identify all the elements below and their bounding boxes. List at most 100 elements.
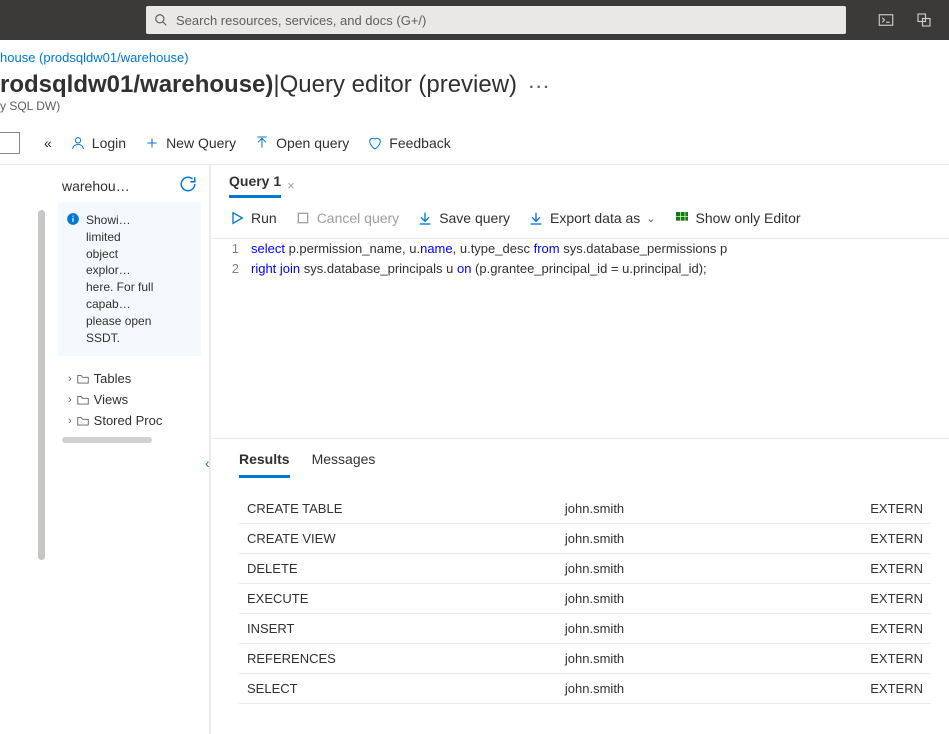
cell-type: EXTERN xyxy=(862,494,931,524)
info-text: Showi… limited object explor… here. For … xyxy=(86,212,156,346)
breadcrumb[interactable]: house (prodsqldw01/warehouse) xyxy=(0,40,949,65)
cell-perm: SELECT xyxy=(239,674,557,704)
cancel-label: Cancel query xyxy=(317,210,400,226)
line-number: 1 xyxy=(211,239,251,259)
line-number: 2 xyxy=(211,259,251,279)
cell-user: john.smith xyxy=(557,494,862,524)
cell-perm: REFERENCES xyxy=(239,644,557,674)
chevron-right-icon: › xyxy=(68,373,72,385)
table-row[interactable]: INSERTjohn.smithEXTERN xyxy=(239,614,931,644)
sql-code-editor[interactable]: 1 select p.permission_name, u.name, u.ty… xyxy=(211,238,949,438)
collapse-menu-icon[interactable]: « xyxy=(44,135,52,151)
results-pane: Results Messages CREATE TABLEjohn.smithE… xyxy=(211,438,949,704)
heart-icon xyxy=(367,135,383,151)
info-banner: Showi… limited object explor… here. For … xyxy=(58,202,201,356)
cell-type: EXTERN xyxy=(862,614,931,644)
close-tab-icon[interactable]: × xyxy=(287,178,295,193)
cell-type: EXTERN xyxy=(862,644,931,674)
new-query-button[interactable]: New Query xyxy=(144,135,236,151)
cancel-query-button[interactable]: Cancel query xyxy=(295,210,400,226)
cell-user: john.smith xyxy=(557,554,862,584)
show-editor-label: Show only Editor xyxy=(696,210,801,226)
tree-sp-label: Stored Proc xyxy=(94,413,163,428)
cell-type: EXTERN xyxy=(862,584,931,614)
chevron-down-icon: ⌄ xyxy=(646,212,655,225)
feedback-button[interactable]: Feedback xyxy=(367,135,450,151)
chevron-right-icon: › xyxy=(68,394,72,406)
play-icon xyxy=(229,210,245,226)
new-query-label: New Query xyxy=(166,135,236,151)
cell-type: EXTERN xyxy=(862,554,931,584)
table-row[interactable]: REFERENCESjohn.smithEXTERN xyxy=(239,644,931,674)
info-icon xyxy=(66,212,80,346)
search-icon xyxy=(154,13,168,27)
download-icon xyxy=(528,210,544,226)
refresh-button[interactable] xyxy=(179,175,197,196)
folder-icon xyxy=(76,372,90,386)
title-page: Query editor (preview) xyxy=(280,71,517,99)
query-action-bar: Run Cancel query Save query Export data … xyxy=(211,198,949,238)
open-query-label: Open query xyxy=(276,135,349,151)
table-row[interactable]: EXECUTEjohn.smithEXTERN xyxy=(239,584,931,614)
cell-perm: INSERT xyxy=(239,614,557,644)
cell-user: john.smith xyxy=(557,644,862,674)
page-scrollbar[interactable] xyxy=(38,210,45,560)
download-icon xyxy=(417,210,433,226)
notifications-icon[interactable] xyxy=(915,11,933,29)
login-button[interactable]: Login xyxy=(70,135,126,151)
export-data-button[interactable]: Export data as ⌄ xyxy=(528,210,656,226)
command-bar: « Login New Query Open query Feedback xyxy=(0,121,949,165)
stop-icon xyxy=(295,210,311,226)
messages-tab[interactable]: Messages xyxy=(312,451,376,478)
title-resource: rodsqldw01/warehouse) xyxy=(0,71,273,99)
collapse-sidebar-handle[interactable]: ‹ xyxy=(205,455,210,471)
results-tab[interactable]: Results xyxy=(239,451,290,478)
chevron-right-icon: › xyxy=(68,415,72,427)
cell-perm: CREATE TABLE xyxy=(239,494,557,524)
run-button[interactable]: Run xyxy=(229,210,277,226)
cell-user: john.smith xyxy=(557,674,862,704)
database-name: warehou… xyxy=(62,178,130,194)
cell-user: john.smith xyxy=(557,584,862,614)
query-tab[interactable]: Query 1 xyxy=(229,173,281,198)
folder-icon xyxy=(76,393,90,407)
results-table: CREATE TABLEjohn.smithEXTERNCREATE VIEWj… xyxy=(239,494,931,704)
top-navigation-bar: Search resources, services, and docs (G+… xyxy=(0,0,949,40)
show-only-editor-button[interactable]: Show only Editor xyxy=(674,210,801,226)
code-line-2: right join sys.database_principals u on … xyxy=(251,259,949,279)
run-label: Run xyxy=(251,210,277,226)
global-search-input[interactable]: Search resources, services, and docs (G+… xyxy=(146,6,846,34)
object-explorer-sidebar: warehou… Showi… limited object explor… h… xyxy=(50,165,210,734)
folder-icon xyxy=(76,414,90,428)
cell-perm: DELETE xyxy=(239,554,557,584)
feedback-label: Feedback xyxy=(389,135,450,151)
tree-stored-procedures[interactable]: › Stored Proc xyxy=(58,410,201,431)
table-row[interactable]: CREATE TABLEjohn.smithEXTERN xyxy=(239,494,931,524)
tree-tables[interactable]: › Tables xyxy=(58,368,201,389)
open-query-button[interactable]: Open query xyxy=(254,135,349,151)
user-icon xyxy=(70,135,86,151)
export-label: Export data as xyxy=(550,210,640,226)
table-row[interactable]: SELECTjohn.smithEXTERN xyxy=(239,674,931,704)
sidebar-horizontal-scrollbar[interactable] xyxy=(62,437,152,443)
tree-views[interactable]: › Views xyxy=(58,389,201,410)
save-query-button[interactable]: Save query xyxy=(417,210,510,226)
cell-perm: CREATE VIEW xyxy=(239,524,557,554)
cloud-shell-icon[interactable] xyxy=(877,11,895,29)
table-row[interactable]: DELETEjohn.smithEXTERN xyxy=(239,554,931,584)
cell-user: john.smith xyxy=(557,524,862,554)
tree-tables-label: Tables xyxy=(94,371,132,386)
cell-type: EXTERN xyxy=(862,524,931,554)
pin-button[interactable] xyxy=(0,132,20,154)
page-title: rodsqldw01/warehouse) | Query editor (pr… xyxy=(0,65,949,99)
table-row[interactable]: CREATE VIEWjohn.smithEXTERN xyxy=(239,524,931,554)
tree-views-label: Views xyxy=(94,392,128,407)
cell-user: john.smith xyxy=(557,614,862,644)
code-line-1: select p.permission_name, u.name, u.type… xyxy=(251,239,949,259)
upload-icon xyxy=(254,135,270,151)
editor-pane: ‹ Query 1 × Run Cancel query Save query xyxy=(210,165,949,734)
cell-perm: EXECUTE xyxy=(239,584,557,614)
grid-icon xyxy=(674,210,690,226)
resource-type-label: y SQL DW) xyxy=(0,99,949,121)
more-icon[interactable]: ··· xyxy=(529,79,551,97)
